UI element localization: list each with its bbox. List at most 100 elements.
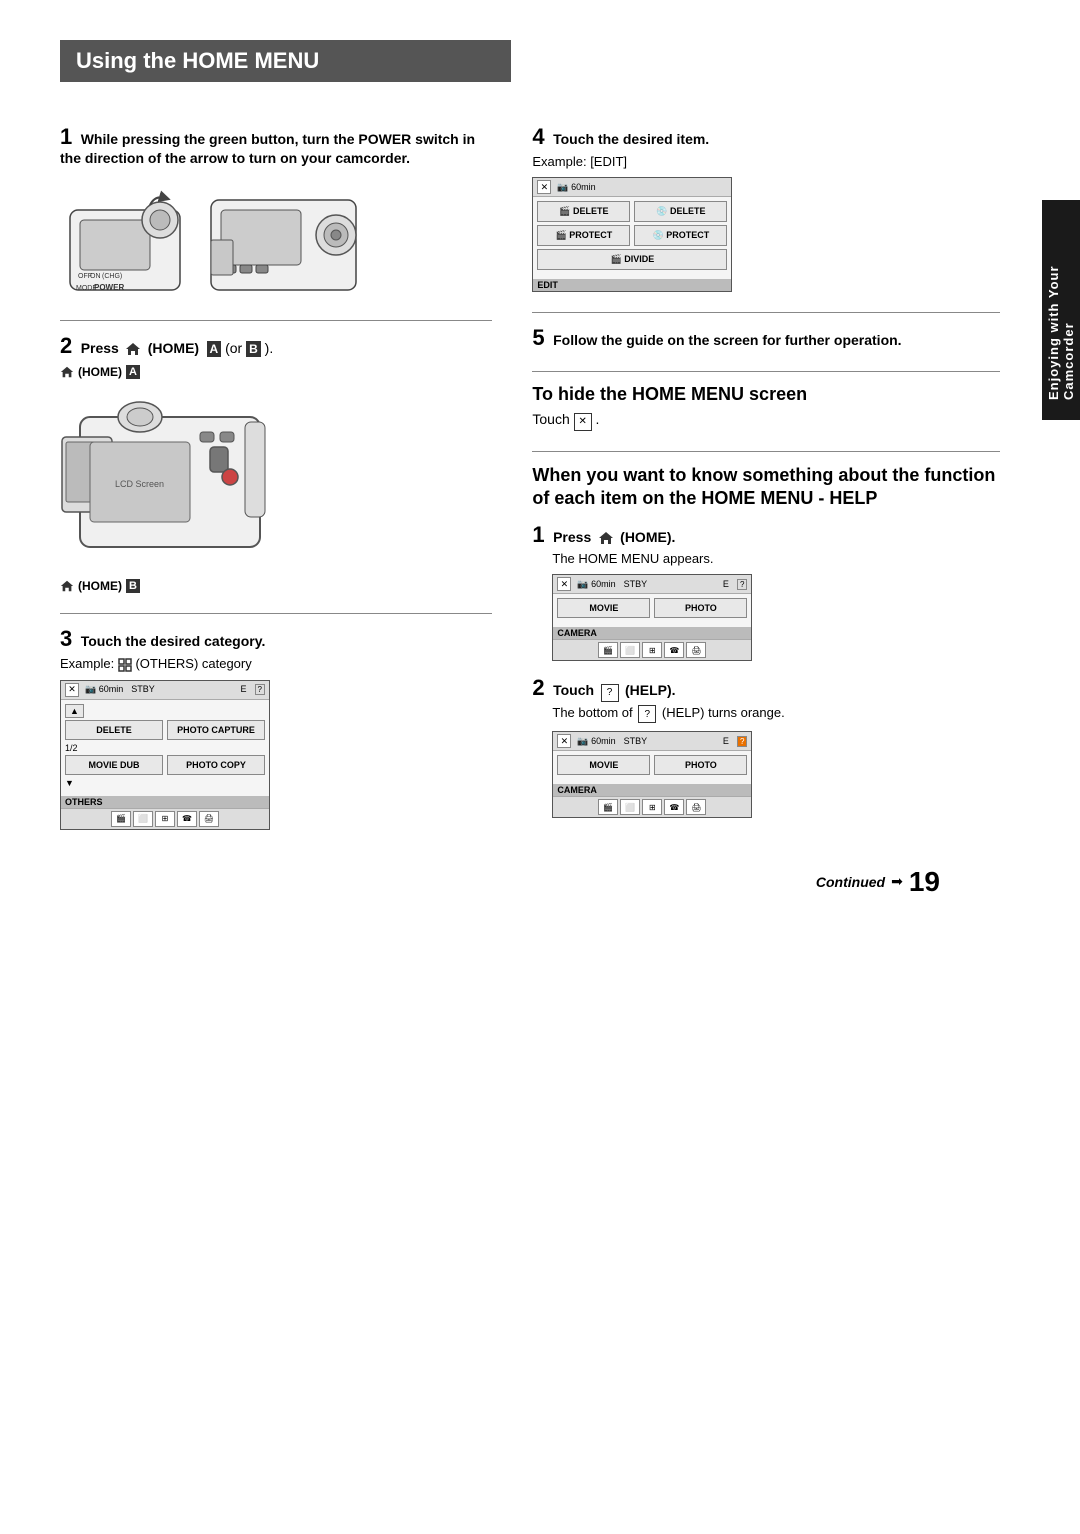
step2-num: 2 — [60, 333, 72, 358]
step4-block: 4 Touch the desired item. Example: [EDIT… — [532, 124, 1000, 292]
edit-content: 🎬 DELETE 💿 DELETE 🎬 PROTECT 💿 PROTECT 🎬 … — [533, 197, 731, 277]
main-content: Using the HOME MENU 1 While pressing the… — [0, 0, 1080, 1534]
others-icon1[interactable]: 🎬 — [111, 811, 131, 827]
hs1-icon5[interactable]: 🖨 — [686, 642, 706, 658]
edit-divide[interactable]: 🎬 DIVIDE — [537, 249, 727, 270]
step3-text: Touch the desired category. — [81, 633, 266, 649]
others-photocapture-btn[interactable]: PHOTO CAPTURE — [167, 720, 265, 740]
help-screen2-x[interactable]: ✕ — [557, 734, 571, 748]
photo-btn[interactable]: PHOTO — [654, 598, 747, 618]
photo-btn2[interactable]: PHOTO — [654, 755, 747, 775]
camera-step2-svg: LCD Screen — [60, 387, 290, 562]
others-delete-btn[interactable]: DELETE — [65, 720, 163, 740]
others-icon4[interactable]: ☎ — [177, 811, 197, 827]
step4-num: 4 — [532, 124, 544, 149]
step1-camera-images: OFF ON (CHG) MODE POWER — [60, 180, 492, 300]
help-step1-num: 1 — [532, 522, 544, 547]
page-footer: Continued ➡ 19 — [60, 850, 1000, 914]
page-container: Enjoying with Your Camcorder Using the H… — [0, 0, 1080, 1534]
others-screen: ✕ 📷 60min STBY E ? ▲ — [60, 680, 270, 830]
help-screen2-label: CAMERA — [553, 784, 751, 796]
help-screen1-buttons: MOVIE PHOTO — [557, 598, 747, 618]
help-step2-block: 2 Touch ? (HELP). The bottom of ? (HELP)… — [532, 675, 1000, 818]
hs2-icon4[interactable]: ☎ — [664, 799, 684, 815]
help-screen1-label: CAMERA — [553, 627, 751, 639]
edit-screen: ✕ 📷 60min 🎬 DELETE 💿 DELETE 🎬 P — [532, 177, 732, 292]
home-b-icon — [60, 579, 74, 593]
step1-num: 1 — [60, 124, 72, 149]
svg-text:LCD Screen: LCD Screen — [115, 479, 164, 489]
help-icon-box: ? — [601, 684, 619, 702]
help-screen2-content: MOVIE PHOTO — [553, 751, 751, 782]
others-moviedub-btn[interactable]: MOVIE DUB — [65, 755, 163, 775]
right-column: 4 Touch the desired item. Example: [EDIT… — [532, 124, 1000, 850]
others-photocopy-btn[interactable]: PHOTO COPY — [167, 755, 265, 775]
edit-disc-delete[interactable]: 💿 DELETE — [634, 201, 727, 222]
help-screen2-buttons: MOVIE PHOTO — [557, 755, 747, 775]
step2-suffix: (HOME) — [148, 340, 199, 356]
help-orange-icon: ? — [638, 705, 656, 723]
help-step2-suffix: (HELP). — [625, 682, 676, 698]
help-screen1: ✕ 📷 60min STBY E ? MOVIE — [552, 574, 752, 661]
help-screen1-x[interactable]: ✕ — [557, 577, 571, 591]
divider-5 — [532, 451, 1000, 452]
others-bottom-bar: 🎬 ⬜ ⊞ ☎ 🖨 — [61, 808, 269, 829]
hs1-icon1[interactable]: 🎬 — [598, 642, 618, 658]
others-top-bar: ✕ 📷 60min STBY E ? — [61, 681, 269, 700]
others-icon2[interactable]: ⬜ — [133, 811, 153, 827]
hs1-icon4[interactable]: ☎ — [664, 642, 684, 658]
edit-row1: 🎬 DELETE 💿 DELETE — [537, 201, 727, 222]
step3-example: Example: (OTHERS) category — [60, 656, 492, 672]
hs1-icon3[interactable]: ⊞ — [642, 642, 662, 658]
movie-btn[interactable]: MOVIE — [557, 598, 650, 618]
step5-text: Follow the guide on the screen for furth… — [553, 332, 901, 348]
orange-help-btn[interactable]: ? — [737, 736, 747, 747]
divider-1 — [60, 320, 492, 321]
help-step1-block: 1 Press (HOME). The HOME MENU appears. ✕ — [532, 522, 1000, 661]
edit-info: 📷 60min — [557, 182, 727, 193]
hs1-icon2[interactable]: ⬜ — [620, 642, 640, 658]
hide-section-block: To hide the HOME MENU screen Touch ✕ . — [532, 384, 1000, 431]
edit-row3: 🎬 DIVIDE — [537, 249, 727, 270]
others-row2: MOVIE DUB PHOTO COPY — [65, 755, 265, 775]
step3-block: 3 Touch the desired category. Example: (… — [60, 626, 492, 830]
help-section: When you want to know something about th… — [532, 464, 1000, 819]
step4-example-label: Example: [EDIT] — [532, 154, 1000, 169]
step3-num: 3 — [60, 626, 72, 651]
home-b-label-row: (HOME) B — [60, 579, 492, 593]
edit-row2: 🎬 PROTECT 💿 PROTECT — [537, 225, 727, 246]
edit-disc-protect[interactable]: 💿 PROTECT — [634, 225, 727, 246]
others-content: ▲ DELETE PHOTO CAPTURE 1/2 MOVIE DUB — [61, 700, 269, 794]
others-x-btn[interactable]: ✕ — [65, 683, 79, 697]
step2-block: 2 Press (HOME) A (or B ). — [60, 333, 492, 593]
step2-camera-container: LCD Screen — [60, 387, 492, 567]
svg-text:POWER: POWER — [94, 283, 124, 292]
help-screen2-bottom: 🎬 ⬜ ⊞ ☎ 🖨 — [553, 796, 751, 817]
help-step1-suffix: (HOME). — [620, 529, 675, 545]
movie-btn2[interactable]: MOVIE — [557, 755, 650, 775]
edit-x-btn[interactable]: ✕ — [537, 180, 551, 194]
hs2-icon1[interactable]: 🎬 — [598, 799, 618, 815]
help-title: When you want to know something about th… — [532, 464, 1000, 511]
help-screen1-top: ✕ 📷 60min STBY E ? — [553, 575, 751, 594]
others-icon3[interactable]: ⊞ — [155, 811, 175, 827]
camera-sketch-2 — [206, 180, 361, 300]
edit-top-bar: ✕ 📷 60min — [533, 178, 731, 197]
divider-4 — [532, 371, 1000, 372]
page-indicator: 1/2 — [65, 743, 265, 753]
step4-text: Touch the desired item. — [553, 131, 709, 147]
home-a-badge: A — [126, 365, 140, 379]
edit-film-protect[interactable]: 🎬 PROTECT — [537, 225, 630, 246]
hs2-icon5[interactable]: 🖨 — [686, 799, 706, 815]
help-screen2: ✕ 📷 60min STBY E ? MOVIE — [552, 731, 752, 818]
home-b-text: (HOME) — [78, 579, 122, 593]
left-column: 1 While pressing the green button, turn … — [60, 124, 492, 850]
help-step2-subtext: The bottom of ? (HELP) turns orange. — [552, 705, 1000, 724]
hs2-icon2[interactable]: ⬜ — [620, 799, 640, 815]
svg-text:ON: ON — [90, 273, 101, 280]
edit-film-delete[interactable]: 🎬 DELETE — [537, 201, 630, 222]
help-screen2-top: ✕ 📷 60min STBY E ? — [553, 732, 751, 751]
page-title: Using the HOME MENU — [76, 48, 495, 74]
others-icon5[interactable]: 🖨 — [199, 811, 219, 827]
hs2-icon3[interactable]: ⊞ — [642, 799, 662, 815]
